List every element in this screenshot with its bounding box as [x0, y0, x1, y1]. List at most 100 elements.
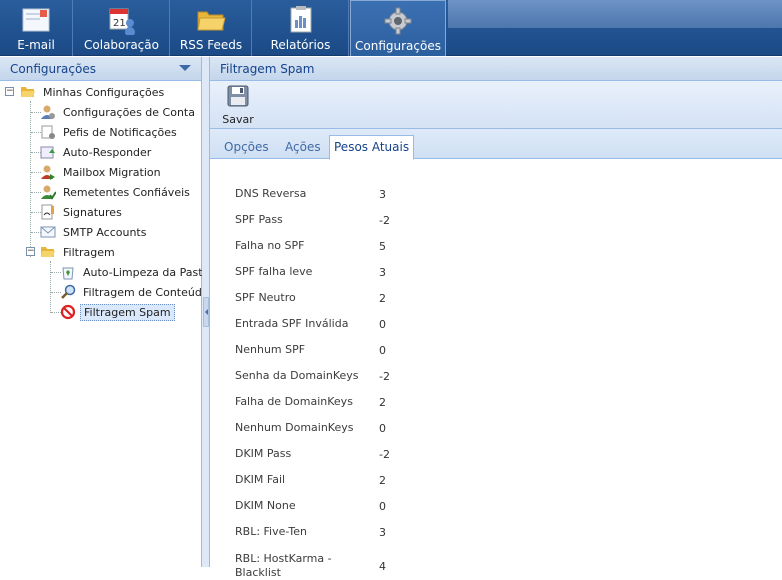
weight-row: DKIM None 0 — [235, 499, 535, 513]
weight-value: 2 — [379, 291, 386, 305]
weight-value: 3 — [379, 187, 386, 201]
tree-item-filtragem[interactable]: Filtragem — [40, 243, 118, 261]
weight-name: Nenhum SPF — [235, 343, 306, 356]
settings-panel-title: Configurações — [10, 62, 96, 76]
tab-acoes[interactable]: Ações — [281, 137, 325, 159]
weight-value: 3 — [379, 265, 386, 279]
magnifier-icon — [60, 284, 76, 300]
weight-name: RBL: Five-Ten — [235, 525, 307, 538]
weight-row: DKIM Fail 2 — [235, 473, 535, 487]
nav-rss-feeds[interactable]: RSS Feeds — [171, 0, 252, 56]
top-nav-filler — [448, 0, 782, 28]
weight-row: SPF Neutro 2 — [235, 291, 535, 305]
nav-colaboracao[interactable]: 21 Colaboração — [74, 0, 170, 56]
folder-open-icon — [20, 84, 36, 100]
tree-item-minhas-configuracoes[interactable]: Minhas Configurações — [20, 83, 167, 101]
floppy-disk-icon — [226, 84, 250, 111]
weight-row: DNS Reversa 3 — [235, 187, 535, 201]
weight-name: Senha da DomainKeys — [235, 369, 359, 382]
save-button[interactable]: Savar — [222, 84, 254, 126]
weight-name: DNS Reversa — [235, 187, 307, 200]
weight-name: DKIM None — [235, 499, 296, 512]
weight-row: Entrada SPF Inválida 0 — [235, 317, 535, 331]
collapse-panel-icon[interactable] — [179, 65, 191, 71]
weight-name: Falha no SPF — [235, 239, 305, 252]
folder-open-icon — [40, 244, 56, 260]
no-entry-icon — [60, 304, 76, 320]
recycle-bin-icon — [60, 264, 76, 280]
weight-value: -2 — [379, 369, 390, 383]
tree-item-signatures[interactable]: Signatures — [40, 203, 125, 221]
tab-opcoes[interactable]: Opções — [220, 137, 273, 159]
weight-row: SPF falha leve 3 — [235, 265, 535, 279]
user-gear-icon — [40, 104, 56, 120]
tree-item-pefis-de-notificacoes[interactable]: Pefis de Notificações — [40, 123, 180, 141]
weight-name: SPF falha leve — [235, 265, 313, 278]
weight-row: DKIM Pass -2 — [235, 447, 535, 461]
report-icon — [286, 5, 316, 35]
weight-value: 0 — [379, 499, 386, 513]
weight-row: Senha da DomainKeys -2 — [235, 369, 535, 383]
weight-value: 0 — [379, 421, 386, 435]
tree-item-filtragem-de-conteudo[interactable]: Filtragem de Conteúdo — [60, 283, 212, 301]
tree-item-mailbox-migration[interactable]: Mailbox Migration — [40, 163, 164, 181]
top-nav-bar: E-mail 21 Colaboração RSS Feeds Relatóri… — [0, 0, 782, 56]
toolbar: Savar — [210, 81, 782, 129]
notification-profile-icon — [40, 124, 56, 140]
weight-name: Nenhum DomainKeys — [235, 421, 354, 434]
weight-name: DKIM Pass — [235, 447, 292, 460]
tree-line — [30, 101, 31, 257]
weight-name: Entrada SPF Inválida — [235, 317, 349, 330]
spam-filter-panel: Filtragem Spam Savar Opções Ações Pesos … — [210, 57, 782, 579]
tree-item-configuracoes-de-conta[interactable]: Configurações de Conta — [40, 103, 198, 121]
tab-pesos-atuais[interactable]: Pesos Atuais — [329, 135, 415, 160]
weight-row: Falha no SPF 5 — [235, 239, 535, 253]
weight-value: 0 — [379, 343, 386, 357]
calendar-icon: 21 — [107, 5, 137, 35]
weight-value: 5 — [379, 239, 386, 253]
weight-row: RBL: Five-Ten 3 — [235, 525, 535, 539]
tree-item-auto-limpeza-da-pasta[interactable]: Auto-Limpeza da Pasta — [60, 263, 212, 281]
svg-text:21: 21 — [113, 18, 126, 29]
weight-value: 2 — [379, 395, 386, 409]
nav-email[interactable]: E-mail — [0, 0, 73, 56]
envelope-icon — [40, 224, 56, 240]
tree-item-auto-responder[interactable]: Auto-Responder — [40, 143, 154, 161]
weight-value: -2 — [379, 213, 390, 227]
weight-name: Falha de DomainKeys — [235, 395, 353, 408]
weight-name: RBL: HostKarma - Blacklist — [235, 552, 332, 579]
collapse-left-panel-icon[interactable] — [203, 297, 209, 327]
trusted-sender-icon — [40, 184, 56, 200]
nav-configuracoes[interactable]: Configurações — [350, 0, 446, 56]
weight-row: Nenhum DomainKeys 0 — [235, 421, 535, 435]
weight-row: SPF Pass -2 — [235, 213, 535, 227]
tree-collapse-toggle[interactable]: − — [26, 247, 35, 256]
weight-name: DKIM Fail — [235, 473, 286, 486]
settings-nav-panel: Configurações − Minhas Configurações Con… — [0, 57, 209, 567]
gear-icon — [383, 6, 413, 36]
tree-item-smtp-accounts[interactable]: SMTP Accounts — [40, 223, 149, 241]
panel-splitter[interactable] — [202, 57, 210, 567]
tree-item-filtragem-spam[interactable]: Filtragem Spam — [60, 303, 175, 321]
auto-responder-icon — [40, 144, 56, 160]
nav-relatorios[interactable]: Relatórios — [253, 0, 349, 56]
weight-name: SPF Neutro — [235, 291, 296, 304]
folder-icon — [196, 5, 226, 35]
mail-icon — [21, 5, 51, 35]
signature-icon — [40, 204, 56, 220]
tree-line — [50, 261, 51, 313]
tab-strip: Opções Ações Pesos Atuais — [210, 129, 782, 160]
weight-row: RBL: HostKarma - Blacklist 4 — [235, 552, 535, 580]
weight-value: 4 — [379, 559, 386, 573]
settings-panel-header: Configurações — [0, 57, 201, 81]
weight-value: 0 — [379, 317, 386, 331]
weight-name: SPF Pass — [235, 213, 283, 226]
weight-row: Nenhum SPF 0 — [235, 343, 535, 357]
spam-filter-title: Filtragem Spam — [220, 62, 315, 76]
weight-value: 2 — [379, 473, 386, 487]
weight-value: -2 — [379, 447, 390, 461]
weight-row: Falha de DomainKeys 2 — [235, 395, 535, 409]
tree-item-remetentes-confiaveis[interactable]: Remetentes Confiáveis — [40, 183, 193, 201]
tree-collapse-toggle[interactable]: − — [5, 87, 14, 96]
spam-filter-header: Filtragem Spam — [210, 57, 782, 81]
